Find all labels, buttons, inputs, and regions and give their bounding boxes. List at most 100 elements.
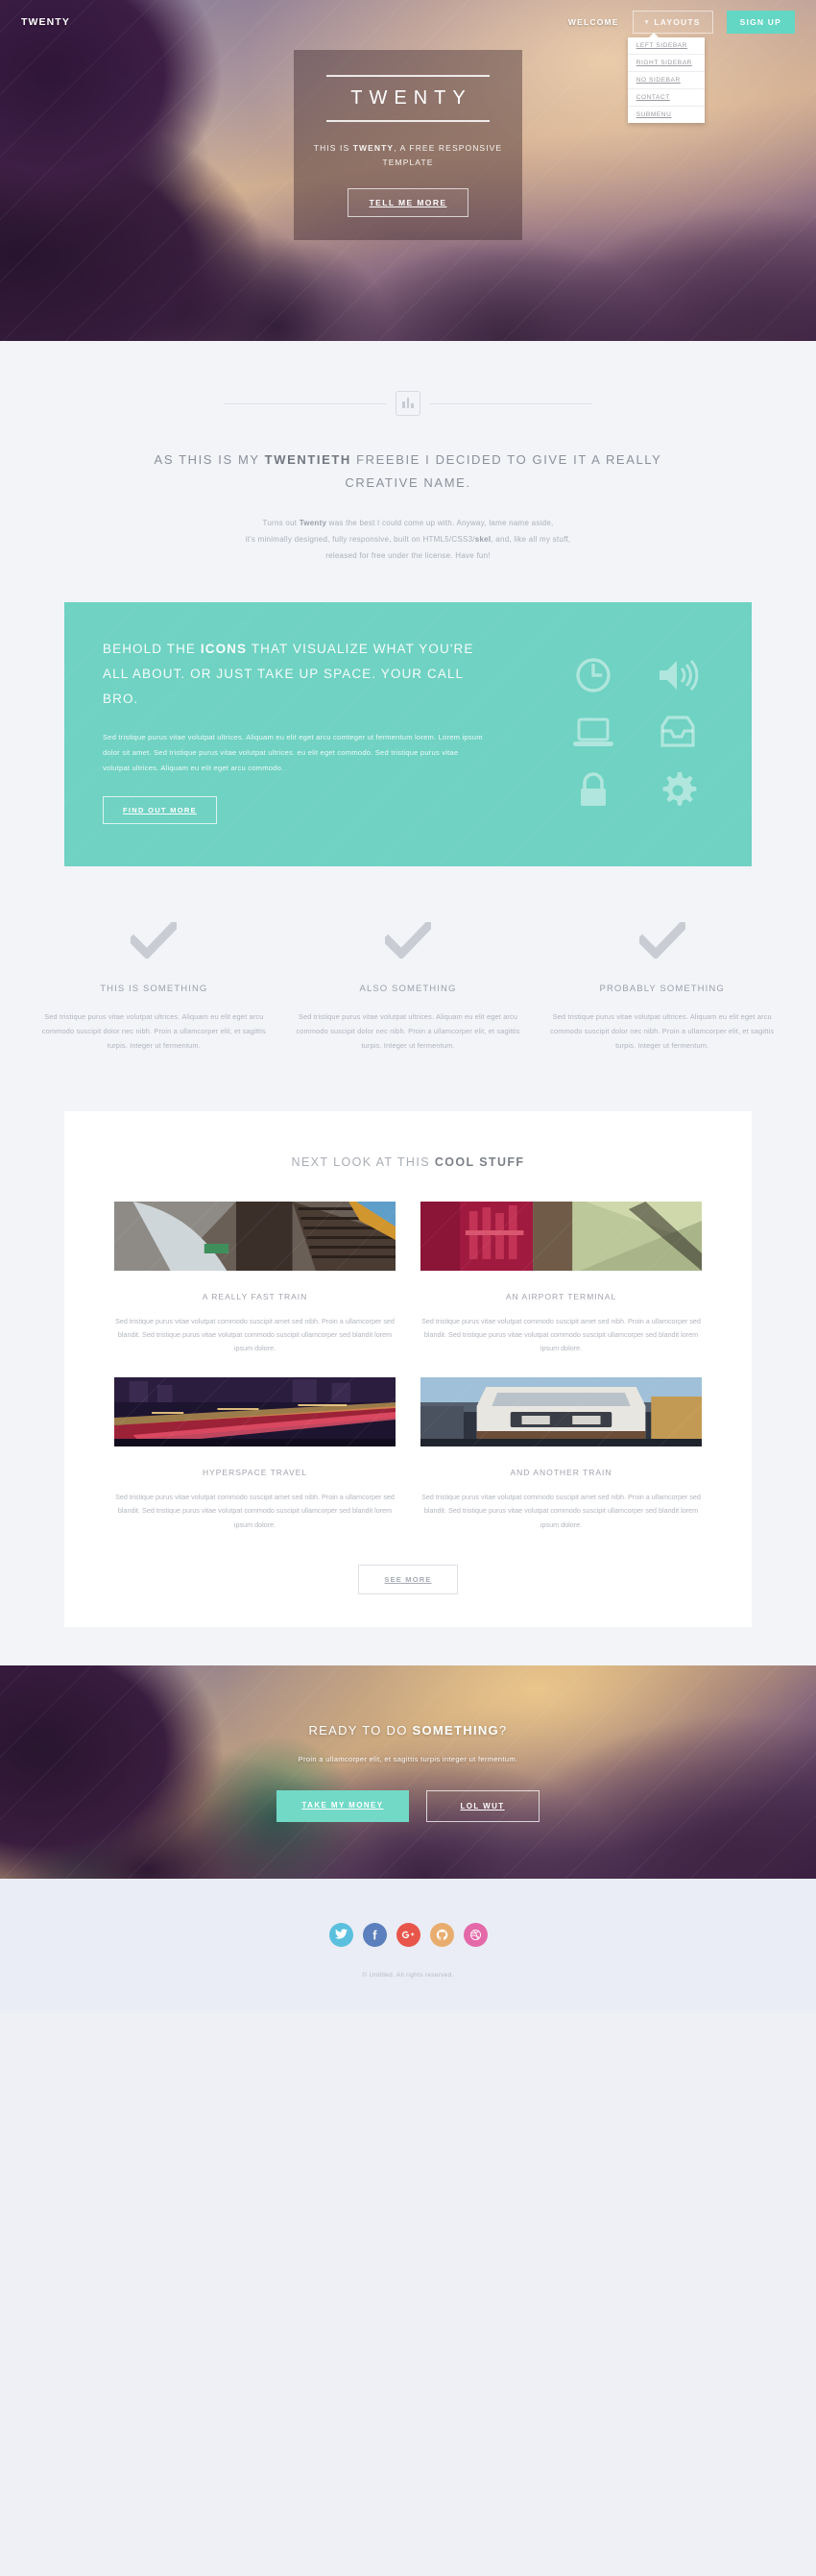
cta-heading: READY TO DO SOMETHING? xyxy=(276,1723,539,1738)
cta-heading-post: ? xyxy=(498,1722,508,1738)
inbox-icon xyxy=(660,716,695,748)
hero-content-panel: TWENTY THIS IS TWENTY, A FREE RESPONSIVE… xyxy=(294,50,522,240)
see-more-row: SEE MORE xyxy=(114,1565,702,1595)
feature-body-2: Sed tristique purus vitae volutpat ultri… xyxy=(296,1012,520,1051)
icons-section-wrapper: BEHOLD THE ICONS THAT VISUALIZE WHAT YOU… xyxy=(0,602,816,877)
hero-subtitle-suffix: , A FREE RESPONSIVE TEMPLATE xyxy=(382,143,503,168)
intro-section: AS THIS IS MY TWENTIETH FREEBIE I DECIDE… xyxy=(0,341,816,603)
laptop-icon xyxy=(573,717,613,747)
feature-body-3: Sed tristique purus vitae volutpat ultri… xyxy=(550,1012,775,1051)
cta-body: Proin a ullamcorper elit, et sagittis tu… xyxy=(298,1754,518,1763)
hero-banner-section: TWENTY WELCOME ▾ LAYOUTS LEFT SIDEBAR RI… xyxy=(0,0,816,341)
layouts-dropdown-label: LAYOUTS xyxy=(654,17,701,27)
intro-body-line2-pre: it's minimally designed, fully responsiv… xyxy=(245,534,475,544)
lol-wut-button[interactable]: LOL WUT xyxy=(425,1789,540,1822)
signup-button[interactable]: SIGN UP xyxy=(726,11,795,34)
twitter-icon[interactable] xyxy=(328,1923,353,1948)
feature-column-3: PROBABLY SOMETHING Sed tristique purus v… xyxy=(548,922,776,1054)
features-section: THIS IS SOMETHING Sed tristique purus vi… xyxy=(0,876,816,1092)
cool-item-4[interactable]: AND ANOTHER TRAIN Sed tristique purus vi… xyxy=(420,1376,702,1532)
divider-rule-left xyxy=(224,402,387,404)
cool-heading-bold: COOL STUFF xyxy=(434,1154,525,1169)
cool-stuff-section: NEXT LOOK AT THIS COOL STUFF A REALLY FA… xyxy=(0,1091,816,1666)
nav-link-welcome[interactable]: WELCOME xyxy=(568,17,619,27)
dropdown-item-no-sidebar[interactable]: NO SIDEBAR xyxy=(627,72,705,89)
take-my-money-button[interactable]: TAKE MY MONEY xyxy=(276,1789,409,1822)
cool-item-2[interactable]: AN AIRPORT TERMINAL Sed tristique purus … xyxy=(420,1201,702,1356)
volume-icon xyxy=(660,660,699,692)
intro-body-line1-pre: Turns out xyxy=(262,519,300,528)
cool-heading-pre: NEXT LOOK AT THIS xyxy=(291,1154,435,1169)
see-more-button[interactable]: SEE MORE xyxy=(358,1565,458,1595)
cool-item-title-2: AN AIRPORT TERMINAL xyxy=(505,1291,617,1301)
intro-body-line2-bold: skel xyxy=(474,534,492,544)
icons-body: Sed tristique purus vitae volutpat ultri… xyxy=(103,733,483,772)
cool-item-title-4: AND ANOTHER TRAIN xyxy=(510,1467,612,1477)
cool-stuff-heading: NEXT LOOK AT THIS COOL STUFF xyxy=(114,1155,702,1169)
feature-body-1: Sed tristique purus vitae volutpat ultri… xyxy=(41,1012,266,1051)
intro-body-line3: released for free under the license. Hav… xyxy=(325,550,491,560)
feature-title-1: THIS IS SOMETHING xyxy=(100,984,208,995)
find-out-more-button[interactable]: FIND OUT MORE xyxy=(103,796,217,825)
main-navigation: WELCOME ▾ LAYOUTS LEFT SIDEBAR RIGHT SID… xyxy=(568,11,795,123)
feature-column-1: THIS IS SOMETHING Sed tristique purus vi… xyxy=(40,922,268,1054)
cool-stuff-grid: A REALLY FAST TRAIN Sed tristique purus … xyxy=(114,1201,702,1532)
feature-title-3: PROBABLY SOMETHING xyxy=(599,984,725,995)
dropdown-item-contact[interactable]: CONTACT xyxy=(627,89,705,107)
hero-title: TWENTY xyxy=(326,75,490,122)
icons-heading-pre: BEHOLD THE xyxy=(103,642,201,657)
cool-item-title-1: A REALLY FAST TRAIN xyxy=(202,1291,308,1301)
dribbble-icon[interactable] xyxy=(463,1923,488,1948)
thumbnail-airport-terminal xyxy=(420,1201,702,1271)
facebook-icon[interactable] xyxy=(362,1923,387,1948)
icons-text-column: BEHOLD THE ICONS THAT VISUALIZE WHAT YOU… xyxy=(103,637,487,825)
nav-dropdown-layouts: ▾ LAYOUTS LEFT SIDEBAR RIGHT SIDEBAR NO … xyxy=(627,11,713,123)
cool-item-title-3: HYPERSPACE TRAVEL xyxy=(202,1467,308,1477)
intro-divider xyxy=(0,391,816,416)
divider-rule-right xyxy=(429,402,592,404)
cool-item-3[interactable]: HYPERSPACE TRAVEL Sed tristique purus vi… xyxy=(114,1376,396,1532)
intro-body-line1-post: was the best I could come up with. Anywa… xyxy=(326,519,554,528)
check-icon xyxy=(131,922,178,960)
thumbnail-hyperspace-travel xyxy=(114,1376,396,1446)
layouts-dropdown-button[interactable]: ▾ LAYOUTS xyxy=(632,11,713,34)
site-header-bar: TWENTY WELCOME ▾ LAYOUTS LEFT SIDEBAR RI… xyxy=(0,0,816,123)
icon-grid xyxy=(558,637,713,824)
layouts-dropdown-menu: LEFT SIDEBAR RIGHT SIDEBAR NO SIDEBAR CO… xyxy=(627,33,705,123)
cool-item-body-1: Sed tristique purus vitae volutpat commo… xyxy=(115,1316,395,1353)
site-logo[interactable]: TWENTY xyxy=(21,16,70,28)
tell-me-more-button[interactable]: TELL ME MORE xyxy=(347,187,469,217)
github-icon[interactable] xyxy=(429,1923,454,1948)
cool-stuff-card: NEXT LOOK AT THIS COOL STUFF A REALLY FA… xyxy=(64,1110,752,1628)
lock-icon xyxy=(581,772,606,807)
social-links xyxy=(0,1923,816,1948)
hero-subtitle-prefix: THIS IS xyxy=(313,143,353,153)
feature-title-2: ALSO SOMETHING xyxy=(359,984,457,995)
intro-heading: AS THIS IS MY TWENTIETH FREEBIE I DECIDE… xyxy=(130,449,686,495)
dropdown-item-right-sidebar[interactable]: RIGHT SIDEBAR xyxy=(627,55,705,72)
chevron-down-icon: ▾ xyxy=(644,18,650,26)
clock-icon xyxy=(576,658,611,693)
cool-item-1[interactable]: A REALLY FAST TRAIN Sed tristique purus … xyxy=(114,1201,396,1356)
gear-icon xyxy=(662,772,697,807)
dropdown-item-submenu[interactable]: SUBMENU xyxy=(628,107,705,123)
intro-heading-bold: TWENTIETH xyxy=(264,452,351,467)
cta-section: READY TO DO SOMETHING? Proin a ullamcorp… xyxy=(0,1665,816,1880)
feature-column-2: ALSO SOMETHING Sed tristique purus vitae… xyxy=(295,922,522,1054)
check-icon xyxy=(385,922,431,960)
site-footer: © Untitled. All rights reserved. xyxy=(0,1879,816,2012)
intro-body-line1-bold: Twenty xyxy=(299,519,327,528)
cta-heading-pre: READY TO DO xyxy=(308,1722,413,1738)
intro-heading-part1: AS THIS IS MY xyxy=(154,452,265,467)
google-plus-icon[interactable] xyxy=(396,1923,420,1948)
hero-subtitle: THIS IS TWENTY, A FREE RESPONSIVE TEMPLA… xyxy=(313,141,503,171)
check-icon xyxy=(638,922,685,960)
cta-button-group: TAKE MY MONEY LOL WUT xyxy=(276,1789,540,1822)
cta-content: READY TO DO SOMETHING? Proin a ullamcorp… xyxy=(276,1723,540,1822)
bar-chart-icon xyxy=(396,391,420,416)
intro-body-line2-post: , and, like all my stuff, xyxy=(491,534,571,544)
intro-body: Turns out Twenty was the best I could co… xyxy=(0,516,816,564)
dropdown-item-left-sidebar[interactable]: LEFT SIDEBAR xyxy=(627,37,705,55)
intro-heading-part2: FREEBIE I DECIDED TO GIVE IT A REALLY CR… xyxy=(345,452,662,491)
copyright-text: © Untitled. All rights reserved. xyxy=(362,1972,454,1980)
